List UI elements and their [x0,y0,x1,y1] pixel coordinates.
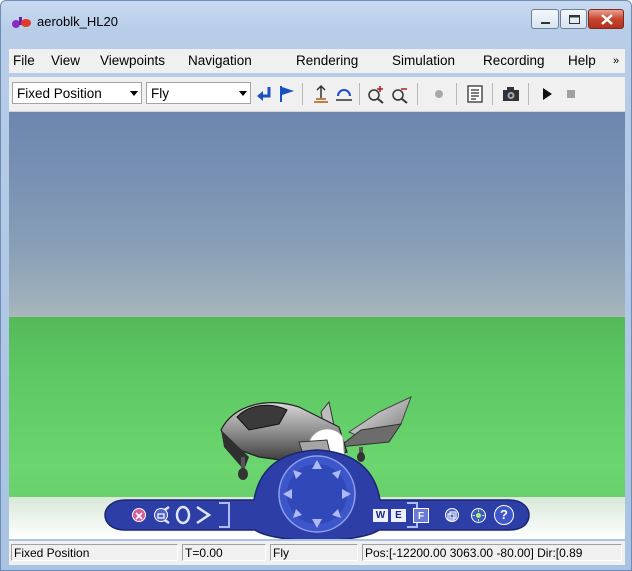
menu-view[interactable]: View [51,53,80,68]
viewpoint-select[interactable]: Fixed Position [12,82,142,104]
status-viewpoint: Fixed Position [11,544,178,561]
window-title: aeroblk_HL20 [37,14,118,29]
nav-viewpoint-button[interactable] [445,508,459,522]
menu-navigation[interactable]: Navigation [188,53,252,68]
nav-examine-button[interactable]: E [391,509,406,522]
restore-icon [157,513,165,519]
minimize-icon [541,22,550,24]
nav-walk-button[interactable]: W [373,509,388,522]
stop-icon[interactable] [561,84,581,104]
nav-close-button[interactable] [132,508,146,522]
zoom-in-icon[interactable] [366,84,386,104]
headlight-icon [472,509,485,522]
nav-minimize-button[interactable] [154,508,168,522]
nav-fly-button[interactable]: F [413,508,429,523]
status-bar: Fixed Position T=0.00 Fly Pos:[-12200.00… [9,541,625,565]
menu-viewpoints[interactable]: Viewpoints [100,53,165,68]
play-icon[interactable] [537,84,557,104]
menu-help[interactable]: Help [568,53,596,68]
menu-overflow-icon[interactable]: » [613,55,619,67]
app-logo-icon [12,17,31,28]
virtual-world-viewport[interactable]: W E F ? [9,112,625,539]
close-icon [601,14,613,25]
hl20-aircraft-model [104,396,530,539]
parameters-icon[interactable] [465,84,485,104]
navigation-mode-select[interactable]: Fly [146,82,251,104]
toolbar-separator [417,83,418,105]
menu-rendering[interactable]: Rendering [296,53,358,68]
copy-icon [447,511,457,521]
straighten-up-icon[interactable] [311,84,331,104]
return-to-viewpoint-icon[interactable] [255,84,275,104]
toolbar: Fixed Position Fly [9,77,625,112]
chevron-down-icon [239,91,247,96]
maximize-button[interactable] [560,9,587,29]
camera-icon[interactable] [501,84,521,104]
maximize-icon [569,15,580,24]
toolbar-separator [528,83,529,105]
app-window: aeroblk_HL20 File View Viewpoints Naviga… [0,0,632,571]
navigation-mode-value: Fly [151,86,169,101]
nav-help-button[interactable]: ? [494,505,514,525]
flag-icon[interactable] [277,84,297,104]
toolbar-separator [302,83,303,105]
status-nav-mode: Fly [270,544,358,561]
close-button[interactable] [588,9,624,29]
chevron-down-icon [130,91,138,96]
status-time: T=0.00 [182,544,266,561]
status-position: Pos:[-12200.00 3063.00 -80.00] Dir:[0.89 [362,544,622,561]
record-icon[interactable] [429,84,449,104]
title-bar[interactable]: aeroblk_HL20 [1,1,631,41]
nav-headlight-button[interactable] [471,508,486,523]
minimize-button[interactable] [531,9,559,29]
menu-file[interactable]: File [13,53,35,68]
toolbar-separator [456,83,457,105]
rotate-icon[interactable] [334,84,354,104]
toolbar-separator [359,83,360,105]
zoom-out-icon[interactable] [390,84,410,104]
toolbar-separator [492,83,493,105]
menu-recording[interactable]: Recording [483,53,545,68]
menu-bar: File View Viewpoints Navigation Renderin… [9,49,625,73]
menu-simulation[interactable]: Simulation [392,53,455,68]
close-icon [135,512,143,520]
viewpoint-select-value: Fixed Position [17,86,102,101]
